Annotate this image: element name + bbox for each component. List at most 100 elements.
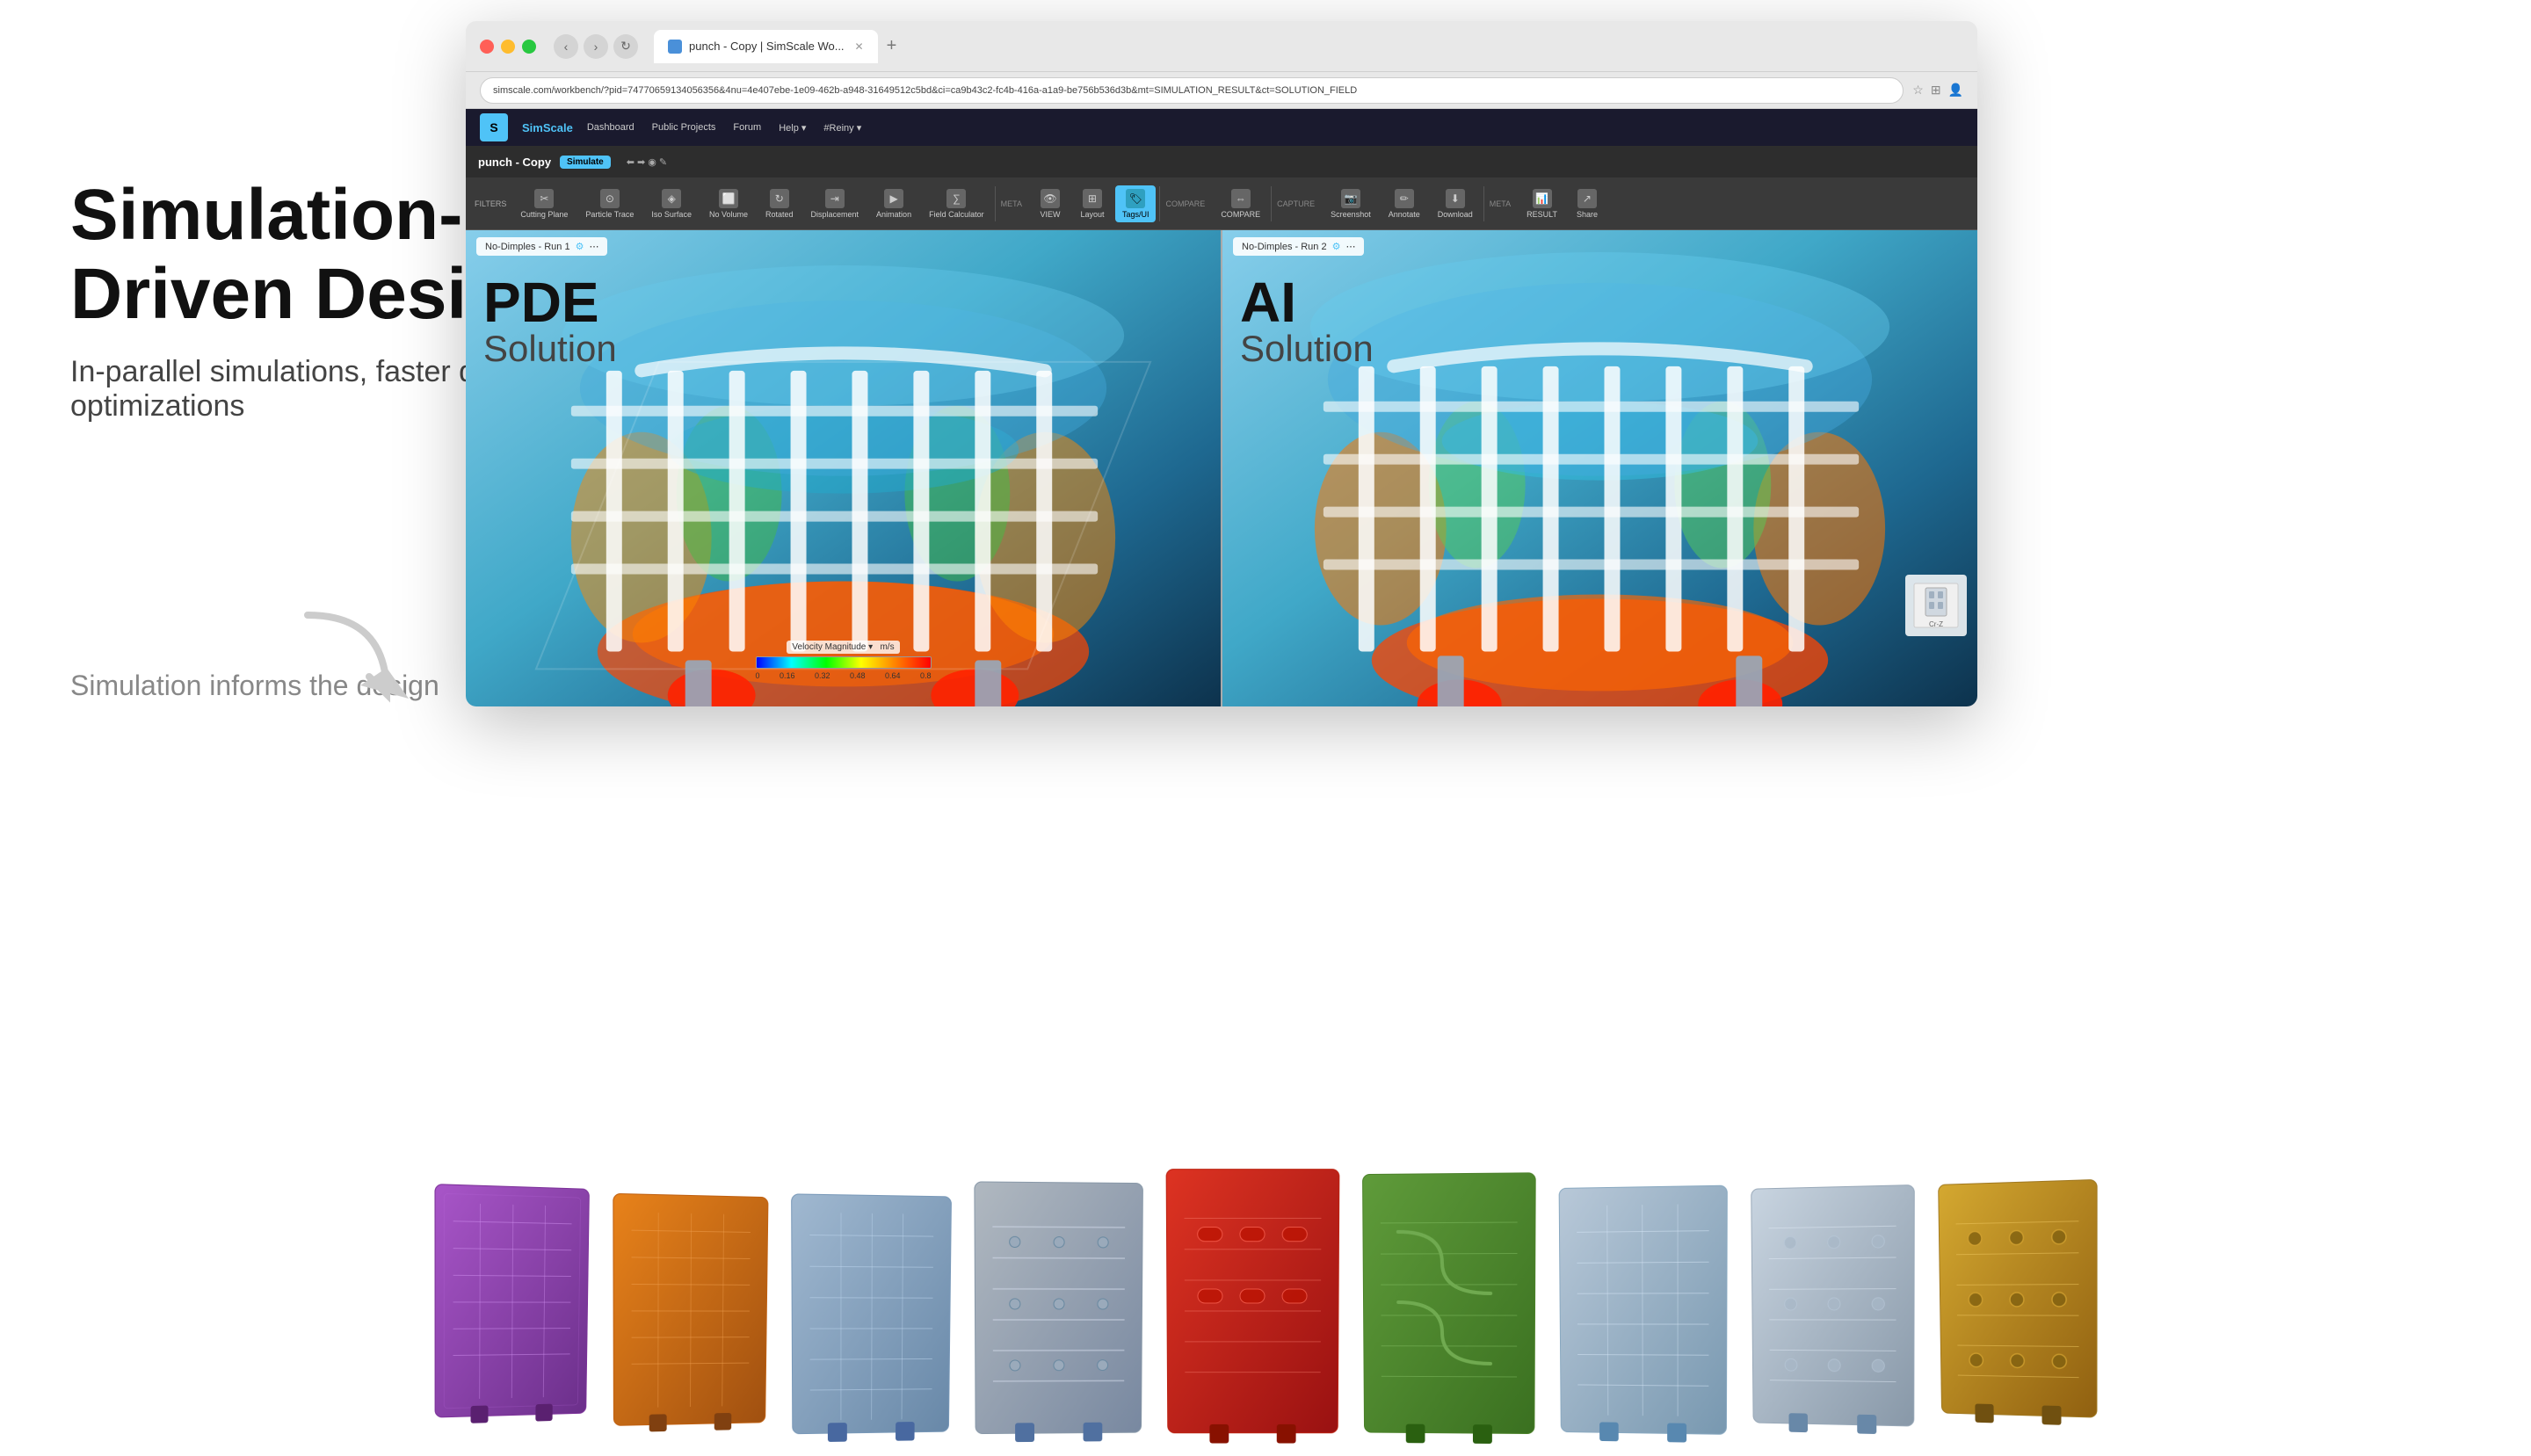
colormap-label: Velocity Magnitude ▾ m/s [787, 641, 899, 654]
no-volume-label: No Volume [709, 210, 748, 219]
colormap-bar: Velocity Magnitude ▾ m/s 0 0.16 0.32 0.4… [756, 641, 932, 680]
ai-panel: No-Dimples - Run 2 ⚙ ⋯ AI Solution [1222, 230, 1977, 706]
ai-type: AI [1240, 274, 1374, 330]
tick-0: 0 [756, 671, 760, 680]
nav-dashboard[interactable]: Dashboard [587, 122, 635, 134]
nav-public-projects[interactable]: Public Projects [652, 122, 716, 134]
traffic-lights [480, 40, 536, 54]
pde-panel-settings[interactable]: ⋯ [589, 241, 598, 252]
result-icon: 📊 [1533, 189, 1552, 208]
forward-button[interactable]: › [584, 34, 608, 59]
screenshot-label: Screenshot [1331, 210, 1371, 219]
pde-panel-icon: ⚙ [576, 241, 584, 252]
design-card-light-blue [782, 1184, 960, 1455]
extension-icon[interactable]: ⊞ [1931, 83, 1941, 98]
meta-section: META [995, 186, 1027, 221]
ai-panel-settings[interactable]: ⋯ [1345, 241, 1355, 252]
rotated-tool[interactable]: ↻ Rotated [758, 185, 801, 222]
compare-label: COMPARE [1221, 210, 1260, 219]
design-card-purple [425, 1175, 598, 1439]
back-button[interactable]: ‹ [554, 34, 578, 59]
animation-icon: ▶ [884, 189, 903, 208]
colormap-ticks: 0 0.16 0.32 0.48 0.64 0.8 [756, 671, 932, 680]
rotated-label: Rotated [765, 210, 794, 219]
design-card-light-gray [1742, 1176, 1923, 1448]
active-tab[interactable]: punch - Copy | SimScale Wo... ✕ [654, 30, 878, 63]
no-volume-tool[interactable]: ⬜ No Volume [702, 185, 755, 222]
compare-icon: ⇔ [1231, 189, 1251, 208]
nav-help[interactable]: Help ▾ [779, 122, 806, 134]
maximize-button[interactable] [522, 40, 536, 54]
screenshot-icon: 📷 [1341, 189, 1360, 208]
ai-panel-header: No-Dimples - Run 2 ⚙ ⋯ [1233, 237, 1364, 256]
design-card-silver [1550, 1177, 1736, 1456]
download-icon: ⬇ [1446, 189, 1465, 208]
arrow-graphic [272, 598, 413, 738]
nav-forum[interactable]: Forum [733, 122, 761, 134]
ai-solution-label: AI Solution [1240, 274, 1374, 367]
field-calculator-tool[interactable]: ∑ Field Calculator [922, 185, 991, 222]
project-toolbar: punch - Copy Simulate ⬅ ➡ ◉ ✎ [466, 146, 1977, 177]
compare-tool[interactable]: ⇔ COMPARE [1214, 185, 1267, 222]
simulate-badge[interactable]: Simulate [560, 156, 611, 169]
minimize-button[interactable] [501, 40, 515, 54]
design-card-red [1157, 1160, 1347, 1454]
design-card-green [1353, 1163, 1544, 1455]
iso-surface-tool[interactable]: ◈ Iso Surface [644, 185, 699, 222]
profile-icon[interactable]: 👤 [1948, 83, 1963, 98]
toolbar-actions: ⬅ ➡ ◉ ✎ [627, 156, 667, 168]
colormap-gradient [756, 656, 932, 669]
filters-label: FILTERS [475, 199, 506, 208]
tags-tool[interactable]: 🏷 Tags/UI [1115, 185, 1157, 222]
result-tool[interactable]: 📊 RESULT [1519, 185, 1564, 222]
design-card-gray [965, 1173, 1151, 1456]
annotate-label: Annotate [1389, 210, 1420, 219]
tab-bar: punch - Copy | SimScale Wo... ✕ + [654, 30, 1963, 63]
designs-row [0, 1162, 2531, 1456]
annotate-tool[interactable]: ✏ Annotate [1382, 185, 1427, 222]
animation-tool[interactable]: ▶ Animation [869, 185, 918, 222]
download-label: Download [1438, 210, 1473, 219]
address-bar[interactable]: simscale.com/workbench/?pid=747706591340… [480, 77, 1904, 104]
refresh-button[interactable]: ↻ [613, 34, 638, 59]
simscale-nav-items: Dashboard Public Projects Forum Help ▾ #… [587, 122, 861, 134]
layout-icon: ⊞ [1083, 189, 1102, 208]
particle-trace-label: Particle Trace [585, 210, 634, 219]
field-calculator-label: Field Calculator [929, 210, 984, 219]
orientation-widget[interactable]: Cr-Z [1905, 575, 1967, 636]
tab-favicon [668, 40, 682, 54]
cutting-plane-tool[interactable]: ✂ Cutting Plane [513, 185, 575, 222]
tab-close-icon[interactable]: ✕ [855, 40, 864, 53]
tags-label: Tags/UI [1122, 210, 1149, 219]
share-icon: ↗ [1577, 189, 1597, 208]
close-button[interactable] [480, 40, 494, 54]
viewer-area: No-Dimples - Run 1 ⚙ ⋯ PDE Solution [466, 230, 1977, 706]
download-tool[interactable]: ⬇ Download [1431, 185, 1480, 222]
pde-word: Solution [483, 330, 617, 367]
layout-tool[interactable]: ⊞ Layout [1073, 185, 1112, 222]
view-tool[interactable]: 👁 VIEW [1031, 185, 1070, 222]
design-card-orange [604, 1184, 776, 1448]
view-label: VIEW [1040, 210, 1060, 219]
nav-user[interactable]: #Reiny ▾ [823, 122, 861, 134]
field-calculator-icon: ∑ [946, 189, 966, 208]
new-tab-button[interactable]: + [881, 36, 903, 56]
address-bar-row: simscale.com/workbench/?pid=747706591340… [466, 72, 1977, 109]
compare-section: COMPARE [1159, 186, 1210, 221]
particle-trace-tool[interactable]: ⊙ Particle Trace [578, 185, 641, 222]
animation-label: Animation [876, 210, 911, 219]
tick-3: 0.48 [850, 671, 866, 680]
tick-1: 0.16 [780, 671, 795, 680]
share-tool[interactable]: ↗ Share [1568, 185, 1606, 222]
tick-5: 0.8 [920, 671, 932, 680]
displacement-tool[interactable]: ⇥ Displacement [804, 185, 867, 222]
simscale-logo-text: SimScale [522, 121, 573, 134]
screenshot-tool[interactable]: 📷 Screenshot [1324, 185, 1378, 222]
cutting-plane-icon: ✂ [534, 189, 554, 208]
bookmark-icon[interactable]: ☆ [1912, 83, 1924, 98]
tab-title: punch - Copy | SimScale Wo... [689, 40, 845, 53]
iso-surface-label: Iso Surface [651, 210, 692, 219]
pde-panel-header: No-Dimples - Run 1 ⚙ ⋯ [476, 237, 607, 256]
simscale-logo-icon: S [480, 113, 508, 141]
simscale-nav-bar: S SimScale Dashboard Public Projects For… [466, 109, 1977, 146]
